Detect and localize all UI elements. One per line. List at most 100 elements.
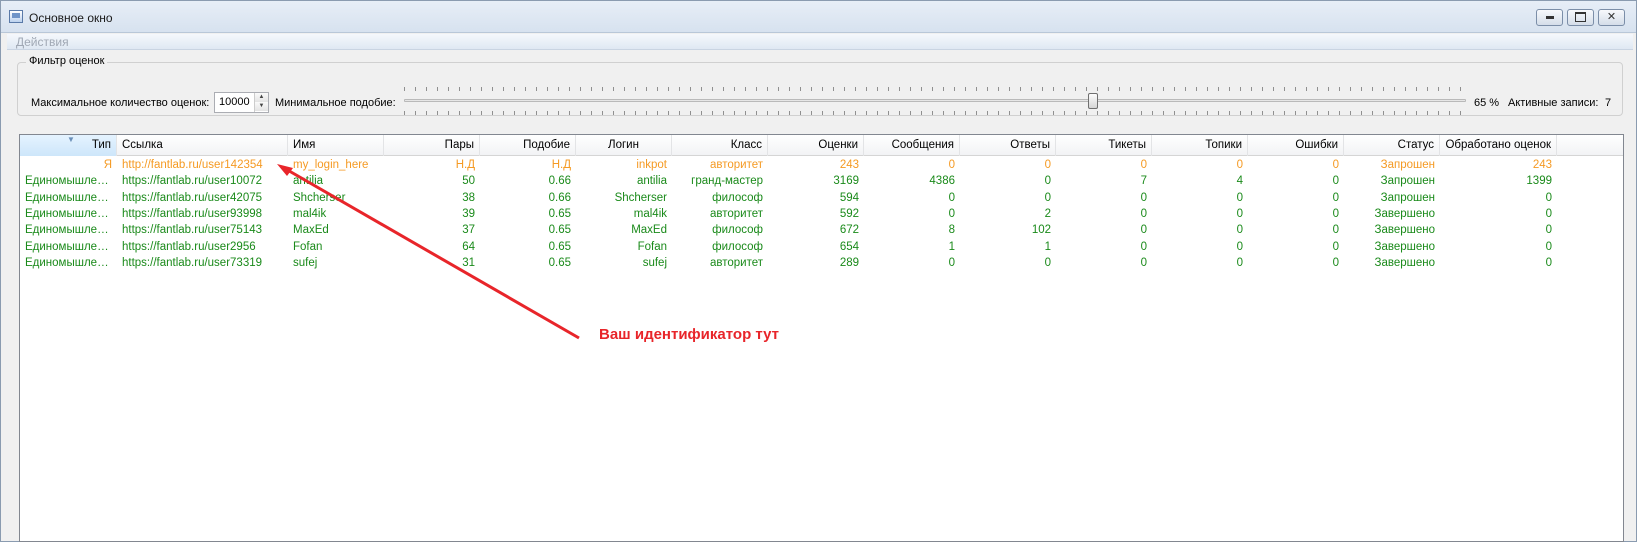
table-cell: 38 xyxy=(462,191,475,204)
column-header-4[interactable]: Подобие xyxy=(480,135,576,156)
table-cell: 0 xyxy=(1545,191,1552,204)
table-cell: 0 xyxy=(1236,240,1243,253)
table-cell: https://fantlab.ru/user2956 xyxy=(122,240,256,253)
table-cell: Единомышлен... xyxy=(25,256,113,269)
table-cell: 64 xyxy=(462,240,475,253)
app-window-icon xyxy=(9,10,23,23)
table-cell: 1399 xyxy=(1526,175,1552,188)
slider-thumb[interactable] xyxy=(1088,93,1098,109)
column-header-7[interactable]: Оценки xyxy=(768,135,864,156)
table-cell: Н.Д xyxy=(455,159,475,171)
table-cell: 0 xyxy=(1236,207,1243,220)
table-row[interactable]: Яhttp://fantlab.ru/user142354 my_login_he… xyxy=(20,157,1623,174)
column-header-13[interactable]: Статус xyxy=(1344,135,1440,156)
table-header: Тип Ссылка Имя Пары Подобие Логин Класс Оценки С… xyxy=(20,135,1623,156)
table-cell: философ xyxy=(712,191,763,204)
table-cell: философ xyxy=(712,240,763,253)
filter-group-title: Фильтр оценок xyxy=(26,55,108,67)
table-cell: Запрошен xyxy=(1380,159,1435,171)
title-bar[interactable]: Основное окно ✕ xyxy=(1,1,1636,33)
table-cell: MaxEd xyxy=(293,224,329,237)
table-cell: https://fantlab.ru/user73319 xyxy=(122,256,263,269)
sort-indicator-icon: ▼ xyxy=(67,135,75,144)
table-cell: 0 xyxy=(1044,175,1051,188)
table-cell: Shcherser xyxy=(293,191,346,204)
table-cell: 0 xyxy=(1236,224,1243,237)
table-cell: 0.65 xyxy=(548,256,571,269)
spin-down-icon[interactable]: ▼ xyxy=(255,102,268,111)
column-header-6[interactable]: Класс xyxy=(672,135,768,156)
table-cell: 0 xyxy=(1332,240,1339,253)
table-cell: 2 xyxy=(1044,207,1051,220)
table-cell: 0 xyxy=(1236,159,1243,171)
table-cell: 0 xyxy=(1140,191,1147,204)
max-ratings-value: 10000 xyxy=(219,96,250,108)
column-header-14[interactable]: Обработано оценок xyxy=(1440,135,1557,156)
table-cell: 0 xyxy=(1332,224,1339,237)
table-cell: inkpot xyxy=(636,159,667,171)
minimize-icon xyxy=(1537,10,1562,25)
table-cell: Н.Д xyxy=(551,159,571,171)
table-row[interactable]: Единомышлен... https://fantlab.ru/user733… xyxy=(20,255,1623,272)
table-cell: Единомышлен... xyxy=(25,191,113,204)
menu-actions[interactable]: Действия xyxy=(16,35,69,49)
table-cell: http://fantlab.ru/user142354 xyxy=(122,159,263,171)
table-cell: 3169 xyxy=(833,175,859,188)
table-cell: 0 xyxy=(1044,256,1051,269)
table-cell: 243 xyxy=(1532,159,1552,171)
table-cell: mal4ik xyxy=(633,207,667,220)
spin-arrows[interactable]: ▲ ▼ xyxy=(254,93,268,112)
table-cell: гранд-мастер xyxy=(691,175,763,188)
slider-ticks-bottom xyxy=(404,111,1466,115)
column-header-12[interactable]: Ошибки xyxy=(1248,135,1344,156)
table-cell: 0 xyxy=(1236,191,1243,204)
table-cell: https://fantlab.ru/user10072 xyxy=(122,175,263,188)
results-table[interactable]: Тип Ссылка Имя Пары Подобие Логин Класс Оценки С… xyxy=(19,134,1624,542)
table-cell: 7 xyxy=(1140,175,1147,188)
similarity-slider[interactable] xyxy=(404,83,1466,119)
slider-ticks-top xyxy=(404,87,1466,91)
table-cell: авторитет xyxy=(709,256,763,269)
table-cell: mal4ik xyxy=(293,207,327,220)
slider-groove[interactable] xyxy=(404,99,1466,102)
column-header-8[interactable]: Сообщения xyxy=(864,135,960,156)
close-icon: ✕ xyxy=(1606,11,1617,23)
table-cell: 4 xyxy=(1236,175,1243,188)
maximize-button[interactable] xyxy=(1567,9,1594,26)
table-cell: my_login_here xyxy=(293,159,369,171)
table-cell: 0 xyxy=(1140,240,1147,253)
column-header-1[interactable]: Ссылка xyxy=(117,135,288,156)
table-cell: Завершено xyxy=(1374,224,1435,237)
column-header-11[interactable]: Топики xyxy=(1152,135,1248,156)
table-cell: 0 xyxy=(1332,191,1339,204)
table-row[interactable]: Единомышлен... https://fantlab.ru/user420… xyxy=(20,190,1623,207)
table-row[interactable]: Единомышлен... https://fantlab.ru/user751… xyxy=(20,222,1623,239)
table-cell: Я xyxy=(103,159,112,171)
column-header-3[interactable]: Пары xyxy=(384,135,480,156)
active-records-count: 7 xyxy=(1605,97,1612,109)
table-row[interactable]: Единомышлен... https://fantlab.ru/user939… xyxy=(20,206,1623,223)
table-row[interactable]: Единомышлен... https://fantlab.ru/user295… xyxy=(20,239,1623,256)
column-header-10[interactable]: Тикеты xyxy=(1056,135,1152,156)
column-header-2[interactable]: Имя xyxy=(288,135,384,156)
minimize-button[interactable] xyxy=(1536,9,1563,26)
table-cell: 243 xyxy=(839,159,859,171)
max-ratings-spinbox[interactable]: 10000 ▲ ▼ xyxy=(214,92,269,113)
table-cell: 39 xyxy=(462,207,475,220)
table-cell: sufej xyxy=(642,256,667,269)
table-cell: Единомышлен... xyxy=(25,240,113,253)
table-row[interactable]: Единомышлен... https://fantlab.ru/user100… xyxy=(20,173,1623,190)
column-header-5[interactable]: Логин xyxy=(576,135,672,156)
table-cell: 31 xyxy=(462,256,475,269)
column-header-9[interactable]: Ответы xyxy=(960,135,1056,156)
table-cell: 0 xyxy=(1545,240,1552,253)
similarity-percent: 65 % xyxy=(1474,97,1500,109)
max-ratings-label: Максимальное количество оценок: xyxy=(31,97,210,109)
table-cell: Единомышлен... xyxy=(25,207,113,220)
close-button[interactable]: ✕ xyxy=(1598,9,1625,26)
table-cell: 0 xyxy=(948,207,955,220)
table-cell: 0 xyxy=(1545,207,1552,220)
spin-up-icon[interactable]: ▲ xyxy=(255,93,268,102)
table-cell: 1 xyxy=(948,240,955,253)
table-cell: 0.66 xyxy=(548,175,571,188)
